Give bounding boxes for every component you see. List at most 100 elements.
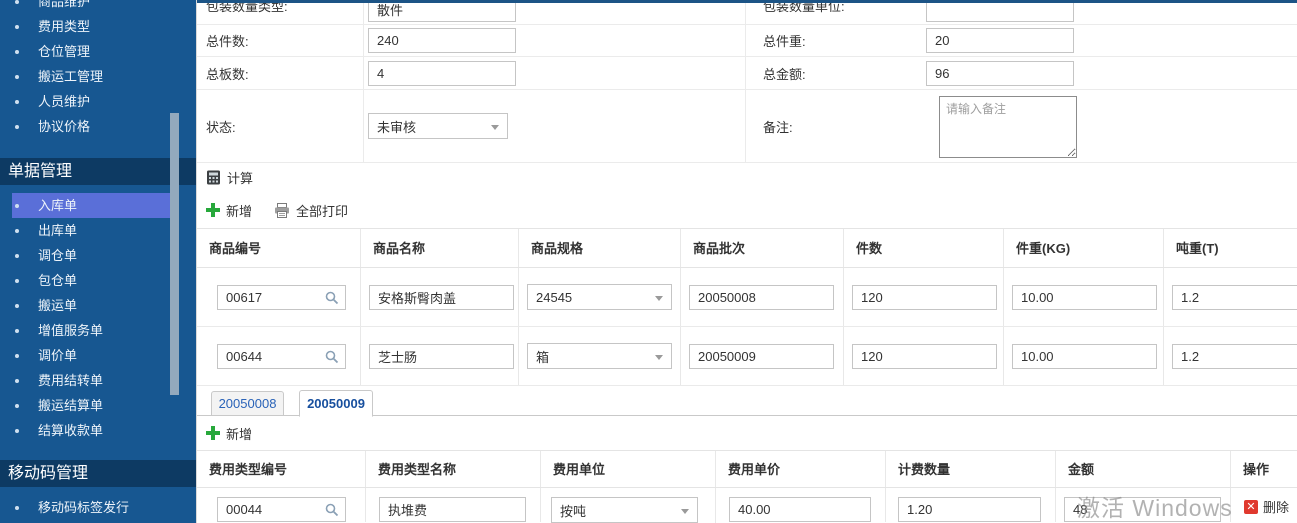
plus-icon (206, 203, 220, 217)
add-fee-button[interactable]: 新增 (206, 424, 252, 443)
status-select-value: 未审核 (377, 117, 416, 136)
bullet-icon (15, 354, 19, 358)
piece-weight-input[interactable] (1012, 344, 1157, 369)
print-all-button-label: 全部打印 (296, 201, 348, 220)
items-table-header: 商品编号 商品名称 商品规格 商品批次 件数 件重(KG) 吨重(T) (197, 228, 1297, 268)
fee-unit-select[interactable]: 按吨 (551, 497, 698, 523)
chevron-down-icon (491, 125, 499, 130)
tab-batch-20050008[interactable]: 20050008 (211, 391, 284, 416)
calc-toolbar: 计算 (197, 163, 253, 192)
remark-textarea[interactable] (939, 96, 1077, 158)
status-select[interactable]: 未审核 (368, 113, 508, 139)
items-table: 商品编号 商品名称 商品规格 商品批次 件数 件重(KG) 吨重(T) (197, 228, 1297, 386)
fee-code-searchbox (197, 497, 346, 522)
sidebar-item-handling-order[interactable]: 搬运单 (0, 293, 196, 318)
bullet-icon (15, 0, 19, 4)
search-icon[interactable] (325, 503, 339, 517)
plus-icon (206, 426, 220, 440)
total-piece-weight-label: 总件重: (763, 31, 806, 50)
col-header-product-spec: 商品规格 (519, 229, 681, 267)
ton-weight-input[interactable] (1172, 344, 1297, 369)
bullet-icon (15, 329, 19, 333)
sidebar-item-handling-settlement-order[interactable]: 搬运结算单 (0, 393, 196, 418)
product-spec-select[interactable]: 箱 (527, 343, 672, 369)
sidebar-item-personnel-maintenance[interactable]: 人员维护 (0, 89, 196, 114)
fee-name-input[interactable] (379, 497, 526, 522)
sidebar-item-bin-management[interactable]: 仓位管理 (0, 39, 196, 64)
bullet-icon (15, 100, 19, 104)
print-all-button[interactable]: 全部打印 (274, 201, 348, 220)
form-row-status-remark: 状态: 未审核 备注: (197, 90, 1297, 163)
product-name-input[interactable] (369, 285, 514, 310)
delete-button-label: 删除 (1263, 497, 1289, 516)
form-row-totals-2: 总板数: 总金额: (197, 57, 1297, 90)
piece-count-input[interactable] (852, 344, 997, 369)
bullet-icon (15, 429, 19, 433)
delete-icon: ✕ (1244, 500, 1258, 514)
sidebar-item-product-maintenance[interactable]: 商品维护 (0, 0, 196, 14)
sidebar-item-inbound-order[interactable]: 入库单 (0, 193, 196, 218)
sidebar-item-value-added-service-order[interactable]: 增值服务单 (0, 318, 196, 343)
total-amount-input[interactable] (926, 61, 1074, 86)
product-name-input[interactable] (369, 344, 514, 369)
calculate-button[interactable]: 计算 (206, 168, 253, 187)
fee-price-input[interactable] (729, 497, 871, 522)
bullet-icon (15, 379, 19, 383)
fees-toolbar: 新增 (197, 416, 252, 450)
search-icon[interactable] (325, 291, 339, 305)
product-batch-input[interactable] (689, 285, 834, 310)
sidebar-item-price-adjust-order[interactable]: 调价单 (0, 343, 196, 368)
selected-highlight (12, 193, 170, 218)
product-batch-input[interactable] (689, 344, 834, 369)
fee-quantity-input[interactable] (898, 497, 1041, 522)
col-header-piece-weight: 件重(KG) (1004, 229, 1164, 267)
chevron-down-icon (655, 355, 663, 360)
app-window: 商品维护 费用类型 仓位管理 搬运工管理 人员维护 协议价格 单据管理 入库单 … (0, 0, 1297, 523)
piece-weight-input[interactable] (1012, 285, 1157, 310)
product-spec-select[interactable]: 24545 (527, 284, 672, 310)
sidebar-item-fee-type[interactable]: 费用类型 (0, 14, 196, 39)
total-pallets-input[interactable] (368, 61, 516, 86)
sidebar-item-transfer-order[interactable]: 调仓单 (0, 243, 196, 268)
total-piece-weight-input[interactable] (926, 28, 1074, 53)
sidebar-scrollbar[interactable] (170, 113, 179, 395)
sidebar-item-agreement-price[interactable]: 协议价格 (0, 114, 196, 139)
total-pieces-label: 总件数: (206, 31, 249, 50)
col-header-product-code: 商品编号 (197, 229, 361, 267)
sidebar-item-fee-carryover-order[interactable]: 费用结转单 (0, 368, 196, 393)
fee-unit-value: 按吨 (560, 501, 586, 520)
fee-amount-input[interactable] (1064, 497, 1221, 522)
bullet-icon (15, 229, 19, 233)
tab-batch-20050009[interactable]: 20050009 (299, 390, 373, 417)
sidebar-item-mobile-code-label-issue[interactable]: 移动码标签发行 (0, 495, 196, 520)
bullet-icon (15, 279, 19, 283)
sidebar-item-outbound-order[interactable]: 出库单 (0, 218, 196, 243)
piece-count-input[interactable] (852, 285, 997, 310)
sidebar-item-settlement-receipt-order[interactable]: 结算收款单 (0, 418, 196, 443)
clipped-left-input[interactable] (368, 3, 516, 22)
chevron-down-icon (681, 509, 689, 514)
ton-weight-input[interactable] (1172, 285, 1297, 310)
clipped-right-label: 包装数量单位: (763, 3, 845, 15)
search-icon[interactable] (325, 350, 339, 364)
calculate-button-label: 计算 (227, 168, 253, 187)
table-row: 24545 (197, 268, 1297, 327)
col-header-product-batch: 商品批次 (681, 229, 844, 267)
col-header-actions: 操作 (1231, 451, 1297, 487)
add-fee-button-label: 新增 (226, 424, 252, 443)
sidebar-item-warehouse-package-order[interactable]: 包仓单 (0, 268, 196, 293)
clipped-right-input[interactable] (926, 3, 1074, 22)
bullet-icon (15, 204, 19, 208)
col-header-fee-type-code: 费用类型编号 (197, 451, 366, 487)
col-header-amount: 金额 (1056, 451, 1231, 487)
fees-table-header: 费用类型编号 费用类型名称 费用单位 费用单价 计费数量 金额 操作 (197, 450, 1297, 488)
col-header-product-name: 商品名称 (361, 229, 519, 267)
bullet-icon (15, 506, 19, 510)
table-row: 按吨 ✕ 删除 (197, 488, 1297, 523)
delete-row-button[interactable]: ✕ 删除 (1244, 497, 1289, 516)
sidebar-item-porter-management[interactable]: 搬运工管理 (0, 64, 196, 89)
total-pieces-input[interactable] (368, 28, 516, 53)
add-item-button[interactable]: 新增 (206, 201, 252, 220)
printer-icon (274, 203, 290, 218)
items-toolbar: 新增 全部打印 (197, 192, 348, 228)
